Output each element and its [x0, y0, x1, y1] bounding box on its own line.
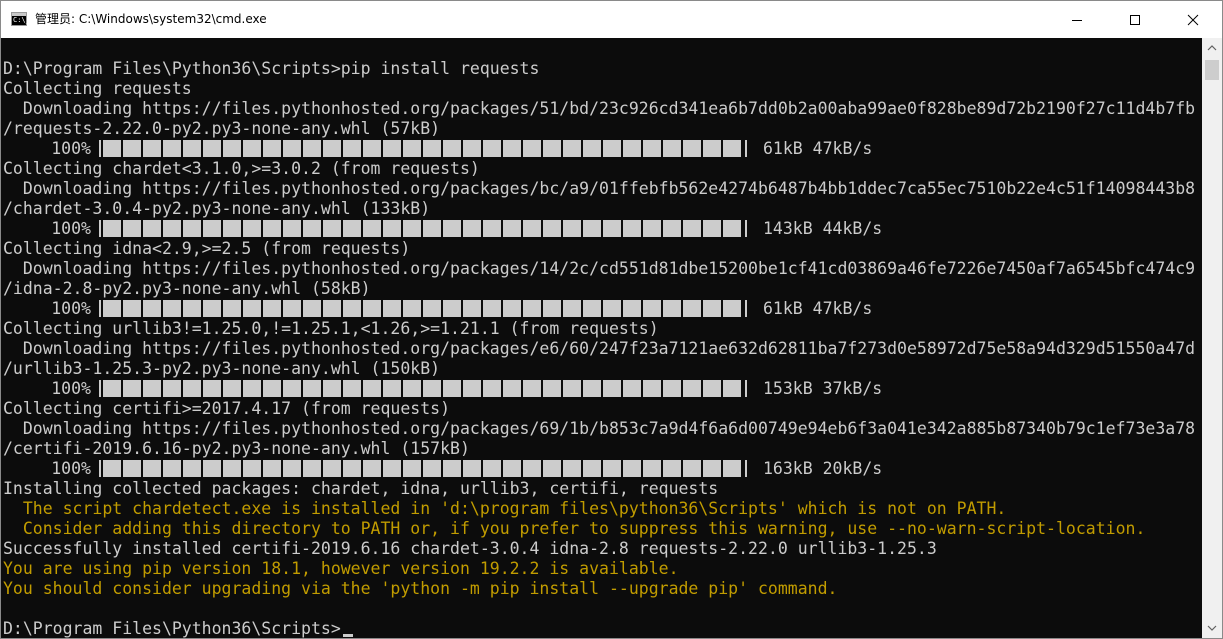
scroll-down-arrow-icon	[1207, 625, 1217, 631]
close-icon	[1187, 14, 1199, 26]
maximize-icon	[1130, 15, 1140, 25]
console-line: Collecting idna<2.9,>=2.5 (from requests…	[3, 239, 411, 258]
minimize-icon	[1072, 20, 1082, 21]
console-line: Collecting requests	[3, 79, 192, 98]
progress-stats: 143kB 44kB/s	[763, 219, 883, 238]
scroll-thumb[interactable]	[1205, 60, 1219, 80]
console-line: Downloading https://files.pythonhosted.o…	[3, 179, 1196, 198]
progress-bar-fill	[103, 380, 743, 397]
progress-stats: 153kB 37kB/s	[763, 379, 883, 398]
console-line: /chardet-3.0.4-py2.py3-none-any.whl (133…	[3, 199, 431, 218]
console-output[interactable]: D:\Program Files\Python36\Scripts>pip in…	[1, 38, 1202, 638]
console-line: Downloading https://files.pythonhosted.o…	[3, 99, 1196, 118]
minimize-button[interactable]	[1048, 1, 1106, 38]
progress-percent: 100%	[51, 379, 91, 398]
title-bar[interactable]: C:\_ 管理员: C:\Windows\system32\cmd.exe	[1, 1, 1222, 38]
console-line: Downloading https://files.pythonhosted.o…	[3, 419, 1196, 438]
console-line: /requests-2.22.0-py2.py3-none-any.whl (5…	[3, 119, 441, 138]
warning-line: The script chardetect.exe is installed i…	[3, 499, 1007, 518]
progress-stats: 61kB 47kB/s	[763, 299, 873, 318]
console-line: Successfully installed certifi-2019.6.16…	[3, 539, 937, 558]
console-line: /certifi-2019.6.16-py2.py3-none-any.whl …	[3, 439, 470, 458]
console-line: Collecting urllib3!=1.25.0,!=1.25.1,<1.2…	[3, 319, 659, 338]
console-line: Collecting chardet<3.1.0,>=3.0.2 (from r…	[3, 159, 480, 178]
console-line: Downloading https://files.pythonhosted.o…	[3, 339, 1196, 358]
vertical-scrollbar[interactable]	[1202, 38, 1222, 638]
cmd-window: C:\_ 管理员: C:\Windows\system32\cmd.exe D:…	[0, 0, 1223, 639]
warning-line: Consider adding this directory to PATH o…	[3, 519, 1146, 538]
close-button[interactable]	[1164, 1, 1222, 38]
warning-line: You are using pip version 18.1, however …	[3, 559, 679, 578]
text-cursor	[343, 634, 353, 637]
cmd-icon[interactable]: C:\_	[11, 12, 30, 26]
progress-percent: 100%	[51, 139, 91, 158]
maximize-button[interactable]	[1106, 1, 1164, 38]
warning-line: You should consider upgrading via the 'p…	[3, 579, 838, 598]
progress-bar-fill	[103, 300, 743, 317]
progress-bar-fill	[103, 460, 743, 477]
console-line: Installing collected packages: chardet, …	[3, 479, 719, 498]
progress-bar-fill	[103, 140, 743, 157]
progress-stats: 163kB 20kB/s	[763, 459, 883, 478]
progress-bar-fill	[103, 220, 743, 237]
window-title: 管理员: C:\Windows\system32\cmd.exe	[35, 12, 267, 26]
cmd-icon-glyph: C:\_	[13, 16, 30, 24]
console-line: /urllib3-1.25.3-py2.py3-none-any.whl (15…	[3, 359, 441, 378]
console-line: Collecting certifi>=2017.4.17 (from requ…	[3, 399, 451, 418]
command-prompt[interactable]: D:\Program Files\Python36\Scripts>	[3, 619, 341, 638]
scroll-up-button[interactable]	[1202, 38, 1222, 58]
console-line: /idna-2.8-py2.py3-none-any.whl (58kB)	[3, 279, 371, 298]
progress-percent: 100%	[51, 299, 91, 318]
progress-percent: 100%	[51, 219, 91, 238]
console-line: Downloading https://files.pythonhosted.o…	[3, 259, 1196, 278]
console-line: D:\Program Files\Python36\Scripts>pip in…	[3, 59, 540, 78]
scroll-up-arrow-icon	[1207, 45, 1217, 51]
progress-stats: 61kB 47kB/s	[763, 139, 873, 158]
scroll-down-button[interactable]	[1202, 618, 1222, 638]
progress-percent: 100%	[51, 459, 91, 478]
